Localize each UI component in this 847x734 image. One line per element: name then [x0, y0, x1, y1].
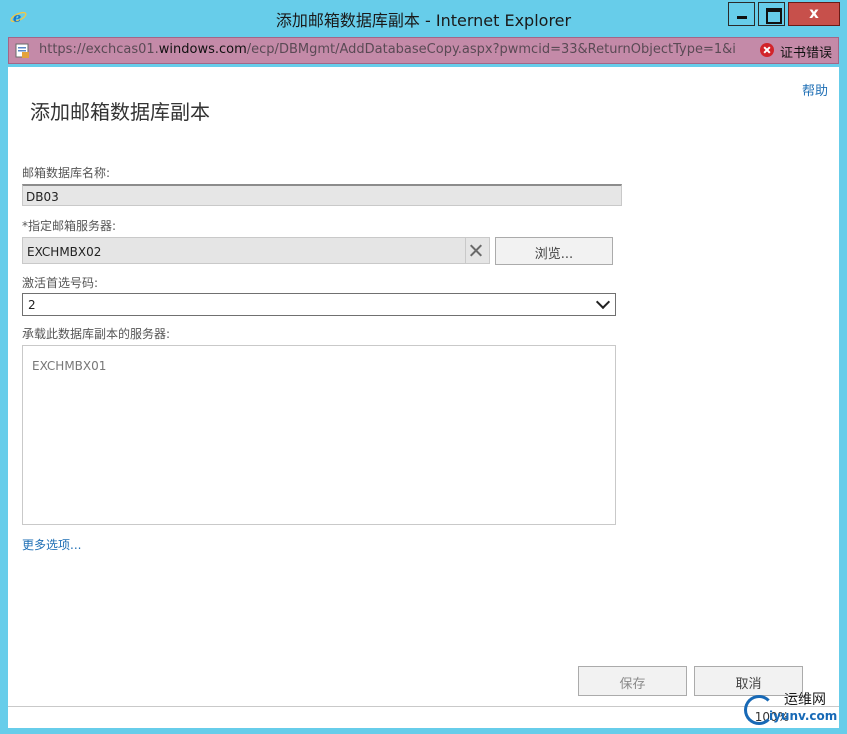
browse-button[interactable]: 浏览... [495, 237, 613, 265]
activation-label: 激活首选号码: [22, 276, 99, 290]
page-title: 添加邮箱数据库副本 [30, 100, 210, 124]
cert-error-icon [760, 43, 774, 57]
maximize-button[interactable] [758, 2, 785, 26]
close-icon: x [809, 4, 819, 22]
cert-error-indicator[interactable]: 证书错误 [760, 42, 832, 61]
url-text[interactable]: https://exchcas01.windows.com/ecp/DBMgmt… [39, 42, 736, 57]
list-item[interactable]: EXCHMBX01 [32, 359, 106, 373]
window-title: 添加邮箱数据库副本 - Internet Explorer [275, 11, 572, 30]
minimize-button[interactable] [728, 2, 755, 26]
server-picker[interactable]: EXCHMBX02 [22, 237, 490, 264]
help-link[interactable]: 帮助 [802, 80, 828, 99]
picker-divider [465, 237, 466, 264]
server-value: EXCHMBX02 [27, 245, 102, 259]
page-icon [15, 43, 29, 58]
save-button[interactable]: 保存 [578, 666, 687, 696]
activation-value: 2 [28, 298, 36, 312]
address-bar[interactable]: https://exchcas01.windows.com/ecp/DBMgmt… [8, 37, 839, 64]
status-bar: 100% [8, 706, 839, 728]
watermark-line2: iyunv.com [769, 709, 838, 723]
more-options-link[interactable]: 更多选项... [22, 536, 81, 553]
url-domain: windows.com [158, 42, 247, 57]
server-label: *指定邮箱服务器: [22, 219, 117, 233]
db-name-label: 邮箱数据库名称: [22, 166, 111, 180]
hosting-servers-label: 承载此数据库副本的服务器: [22, 327, 171, 341]
clear-icon[interactable] [467, 242, 485, 260]
db-name-field: DB03 [22, 184, 622, 206]
hosting-servers-list[interactable]: EXCHMBX01 [22, 345, 616, 525]
activation-select[interactable]: 2 [22, 293, 616, 316]
watermark: 运维网 iyunv.com [742, 687, 842, 731]
title-bar: e 添加邮箱数据库副本 - Internet Explorer x [0, 0, 847, 34]
url-prefix: https://exchcas01. [39, 42, 159, 57]
close-button[interactable]: x [788, 2, 840, 26]
cert-error-label: 证书错误 [780, 46, 833, 61]
url-suffix: /ecp/DBMgmt/AddDatabaseCopy.aspx?pwmcid=… [246, 42, 736, 57]
chevron-down-icon [596, 298, 610, 310]
watermark-line1: 运维网 [784, 692, 826, 708]
dialog-content: 帮助 添加邮箱数据库副本 邮箱数据库名称: DB03 *指定邮箱服务器: EXC… [8, 67, 839, 728]
ie-window: e 添加邮箱数据库副本 - Internet Explorer x https:… [0, 0, 847, 734]
